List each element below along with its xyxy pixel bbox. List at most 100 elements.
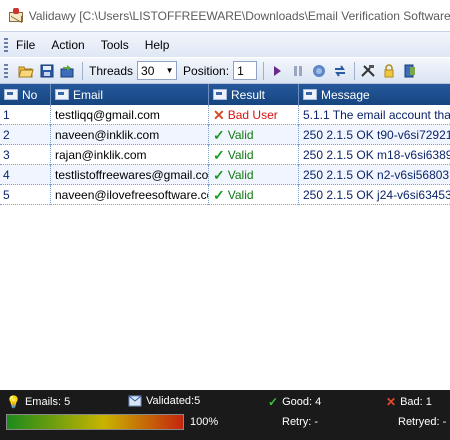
position-label: Position: (183, 63, 230, 78)
title-bar: Validawy [C:\Users\LISTOFFREEWARE\Downlo… (0, 0, 450, 31)
valid-check-icon: ✓ (213, 187, 225, 203)
threads-dropdown[interactable]: 30 ▼ (137, 61, 178, 80)
retry-button[interactable] (330, 61, 350, 81)
retryed-count: Retryed: - (398, 416, 447, 428)
table-row[interactable]: 1 testliqq@gmail.com ✕ Bad User 5.1.1 Th… (0, 105, 450, 125)
exit-door-icon (404, 64, 416, 77)
result-text: Valid (227, 148, 254, 162)
column-header-result[interactable]: Result (209, 84, 299, 105)
status-bar: 💡 Emails: 5 Validated:5 ✓ Good: 4 ✕ Bad:… (0, 390, 450, 440)
cross-icon: ✕ (386, 395, 397, 409)
cell-email: naveen@ilovefreesoftware.com (51, 185, 209, 205)
column-icon (303, 89, 317, 100)
cell-no: 5 (0, 185, 51, 205)
export-icon (60, 64, 74, 77)
export-button[interactable] (58, 61, 78, 81)
lock-button[interactable] (379, 61, 399, 81)
cell-email: testliqq@gmail.com (51, 105, 209, 125)
cell-message: 250 2.1.5 OK n2-v6si5680314pg (303, 168, 450, 182)
cell-message: 5.1.1 The email account that y (303, 108, 450, 122)
toolbar: Threads 30 ▼ Position: 1 (0, 57, 450, 84)
cell-email: testlistoffreewares@gmail.com (51, 165, 209, 185)
exit-button[interactable] (400, 61, 420, 81)
menu-bar: File Action Tools Help (0, 31, 450, 57)
save-icon (40, 64, 54, 77)
toolbar-grip-handle[interactable] (4, 63, 8, 78)
open-folder-button[interactable] (16, 61, 36, 81)
result-text: Valid (227, 188, 254, 202)
position-input[interactable]: 1 (233, 61, 258, 80)
start-button[interactable] (267, 61, 287, 81)
pause-icon (294, 65, 303, 76)
results-table: No Email Result Message 1 testliqq@gmail… (0, 84, 450, 390)
lock-icon (384, 63, 394, 77)
menu-action[interactable]: Action (51, 38, 84, 52)
cell-result: ✓ Valid (209, 185, 299, 205)
position-value: 1 (237, 63, 244, 78)
result-text: Bad User (227, 108, 278, 122)
cell-email: naveen@inklik.com (51, 125, 209, 145)
cell-email: rajan@inklik.com (51, 145, 209, 165)
valid-check-icon: ✓ (213, 127, 225, 143)
column-header-message[interactable]: Message (299, 84, 450, 105)
column-header-no[interactable]: No (0, 84, 51, 105)
menu-file[interactable]: File (16, 38, 35, 52)
progress-percent: 100% (190, 416, 219, 428)
tools-icon (361, 64, 375, 77)
chevron-down-icon[interactable]: ▼ (164, 63, 175, 78)
retry-icon (335, 64, 346, 77)
lightbulb-icon: 💡 (6, 395, 21, 409)
validated-count: Validated:5 (128, 395, 200, 407)
stop-button[interactable] (309, 61, 329, 81)
bad-count: ✕ Bad: 1 (386, 395, 432, 409)
retry-count: Retry: - (282, 416, 319, 428)
table-row[interactable]: 3 rajan@inklik.com ✓ Valid 250 2.1.5 OK … (0, 145, 450, 165)
valid-check-icon: ✓ (213, 167, 225, 183)
cell-result: ✓ Valid (209, 165, 299, 185)
column-icon (55, 89, 69, 100)
result-text: Valid (227, 168, 254, 182)
threads-label: Threads (89, 63, 134, 78)
progress-bar (6, 414, 184, 430)
table-row[interactable]: 5 naveen@ilovefreesoftware.com ✓ Valid 2… (0, 185, 450, 205)
cell-message: 250 2.1.5 OK m18-v6si6389326p (303, 148, 450, 162)
good-count: ✓ Good: 4 (268, 395, 322, 409)
window-title: Validawy [C:\Users\LISTOFFREEWARE\Downlo… (28, 8, 450, 23)
cell-no: 1 (0, 105, 51, 125)
cell-message: 250 2.1.5 OK j24-v6si6345353p (303, 188, 450, 202)
column-icon (4, 89, 18, 100)
open-folder-icon (18, 66, 34, 77)
cell-no: 3 (0, 145, 51, 165)
table-header: No Email Result Message (0, 84, 450, 105)
pause-button[interactable] (288, 61, 308, 81)
validated-envelope-icon (128, 395, 142, 407)
table-row[interactable]: 2 naveen@inklik.com ✓ Valid 250 2.1.5 OK… (0, 125, 450, 145)
save-button[interactable] (37, 61, 57, 81)
progress-fill (7, 415, 183, 429)
bad-cross-icon: ✕ (213, 107, 225, 123)
play-icon (274, 65, 282, 76)
menu-tools[interactable]: Tools (101, 38, 129, 52)
column-icon (213, 89, 227, 100)
cell-result: ✓ Valid (209, 145, 299, 165)
toolbar-separator (82, 61, 83, 80)
cell-result: ✕ Bad User (209, 105, 299, 125)
menu-help[interactable]: Help (145, 38, 170, 52)
cell-no: 4 (0, 165, 51, 185)
table-row[interactable]: 4 testlistoffreewares@gmail.com ✓ Valid … (0, 165, 450, 185)
cell-result: ✓ Valid (209, 125, 299, 145)
check-icon: ✓ (268, 395, 279, 409)
emails-count: 💡 Emails: 5 (6, 395, 71, 409)
column-header-email[interactable]: Email (51, 84, 209, 105)
threads-value: 30 (141, 63, 155, 78)
result-text: Valid (227, 128, 254, 142)
valid-check-icon: ✓ (213, 147, 225, 163)
toolbar-separator (263, 61, 265, 80)
toolbar-separator (354, 61, 356, 80)
cell-no: 2 (0, 125, 51, 145)
app-icon (8, 7, 23, 24)
menu-grip-handle[interactable] (4, 37, 8, 52)
tools-button[interactable] (358, 61, 378, 81)
cell-message: 250 2.1.5 OK t90-v6si7292187pf (303, 128, 450, 142)
stop-icon (313, 64, 326, 77)
